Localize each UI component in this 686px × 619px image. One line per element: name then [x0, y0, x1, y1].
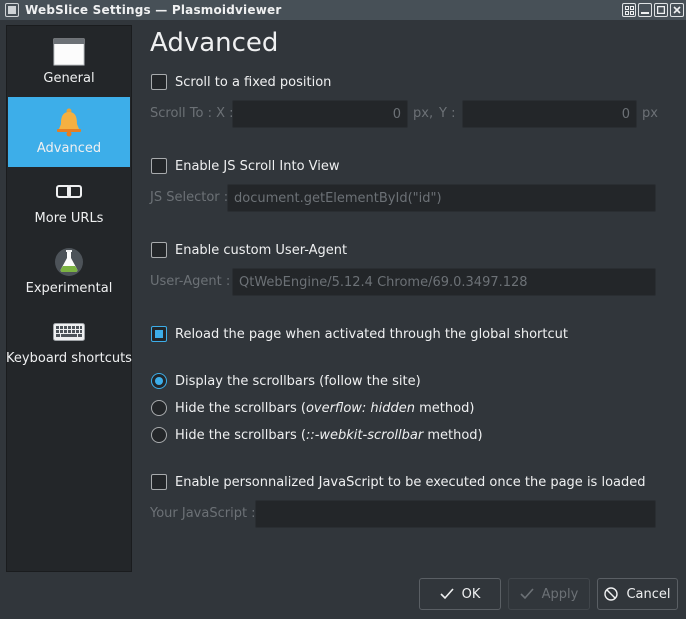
sidebar-item-more-urls[interactable]: More URLs [8, 167, 130, 237]
js-scroll-label: Enable JS Scroll Into View [175, 158, 340, 174]
cancel-icon [604, 587, 619, 601]
minimize-icon[interactable] [638, 3, 652, 17]
keep-above-icon[interactable] [622, 3, 636, 17]
custom-js-checkbox-row[interactable]: Enable personnalized JavaScript to be ex… [151, 474, 646, 490]
link-icon [53, 177, 85, 207]
custom-ua-checkbox[interactable] [151, 242, 167, 258]
js-selector-input[interactable]: document.getElementById("id") [227, 184, 656, 212]
reload-checkbox[interactable] [151, 326, 167, 342]
window-title: WebSlice Settings — Plasmoidviewer [25, 3, 282, 17]
radio-button[interactable] [151, 400, 167, 416]
ok-button[interactable]: OK [419, 578, 501, 610]
flask-icon [53, 247, 85, 277]
radio-hide-webkit[interactable]: Hide the scrollbars (::-webkit-scrollbar… [151, 427, 483, 443]
maximize-icon[interactable] [654, 3, 668, 17]
check-icon [440, 588, 454, 600]
sidebar-item-experimental[interactable]: Experimental [8, 237, 130, 307]
reload-checkbox-row[interactable]: Reload the page when activated through t… [151, 326, 568, 342]
scroll-y-input[interactable]: 0 [462, 100, 637, 128]
sidebar-item-general[interactable]: General [8, 27, 130, 97]
custom-js-label: Enable personnalized JavaScript to be ex… [175, 474, 646, 490]
scroll-x-unit: px, [413, 106, 434, 121]
apply-button-label: Apply [541, 586, 579, 602]
close-icon[interactable] [670, 3, 684, 17]
custom-js-checkbox[interactable] [151, 474, 167, 490]
scroll-to-y-label: Y : [439, 106, 456, 121]
radio-label: Hide the scrollbars (overflow: hidden me… [175, 400, 475, 416]
bell-icon [53, 107, 85, 137]
your-js-input[interactable] [255, 500, 656, 528]
window-icon [53, 37, 85, 67]
sidebar-item-label: Advanced [36, 141, 102, 156]
sidebar-item-advanced[interactable]: Advanced [8, 97, 130, 167]
window-controls [622, 3, 684, 17]
sidebar-item-keyboard-shortcuts[interactable]: Keyboard shortcuts [6, 307, 132, 377]
user-agent-label: User-Agent : [150, 274, 231, 289]
scroll-y-unit: px [642, 106, 658, 121]
user-agent-input[interactable]: QtWebEngine/5.12.4 Chrome/69.0.3497.128 [232, 268, 656, 296]
scroll-fixed-label: Scroll to a fixed position [175, 74, 332, 90]
js-selector-label: JS Selector : [150, 190, 229, 205]
radio-label: Display the scrollbars (follow the site) [175, 373, 421, 389]
scroll-fixed-checkbox-row[interactable]: Scroll to a fixed position [151, 74, 331, 90]
check-icon [520, 588, 534, 600]
title-bar[interactable]: WebSlice Settings — Plasmoidviewer [0, 0, 686, 20]
js-scroll-checkbox-row[interactable]: Enable JS Scroll Into View [151, 158, 340, 174]
apply-button[interactable]: Apply [508, 578, 590, 610]
sidebar-item-label: More URLs [34, 211, 104, 226]
keyboard-icon [53, 317, 85, 347]
js-scroll-checkbox[interactable] [151, 158, 167, 174]
cancel-button-label: Cancel [626, 586, 671, 602]
radio-button[interactable] [151, 373, 167, 389]
scroll-fixed-checkbox[interactable] [151, 74, 167, 90]
custom-ua-checkbox-row[interactable]: Enable custom User-Agent [151, 242, 347, 258]
your-js-label: Your JavaScript : [150, 506, 256, 521]
app-icon [5, 3, 19, 17]
ok-button-label: OK [461, 586, 481, 602]
sidebar-item-label: Experimental [25, 281, 113, 296]
radio-hide-overflow[interactable]: Hide the scrollbars (overflow: hidden me… [151, 400, 474, 416]
sidebar: General Advanced More URLs Experimental … [6, 25, 132, 572]
radio-button[interactable] [151, 427, 167, 443]
radio-display-scrollbars[interactable]: Display the scrollbars (follow the site) [151, 373, 421, 389]
scroll-to-x-label: Scroll To : X : [150, 106, 234, 121]
sidebar-item-label: General [43, 71, 95, 86]
custom-ua-label: Enable custom User-Agent [175, 242, 348, 258]
page-title: Advanced [150, 28, 279, 58]
cancel-button[interactable]: Cancel [597, 578, 678, 610]
radio-label: Hide the scrollbars (::-webkit-scrollbar… [175, 427, 483, 443]
scroll-x-input[interactable]: 0 [232, 100, 408, 128]
reload-label: Reload the page when activated through t… [175, 326, 568, 342]
sidebar-item-label: Keyboard shortcuts [6, 351, 132, 366]
